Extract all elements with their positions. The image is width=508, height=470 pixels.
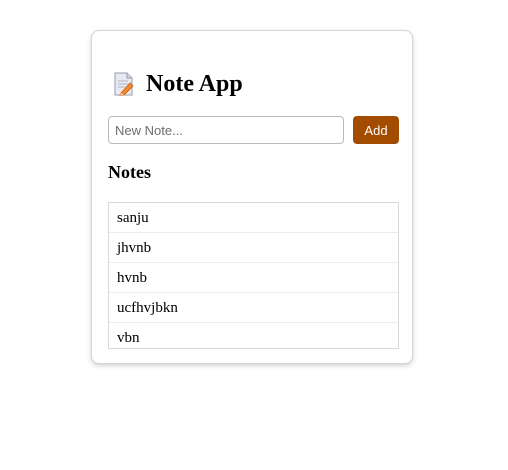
notes-list[interactable]: sanju jhvnb hvnb ucfhvjbkn vbn: [108, 202, 399, 349]
add-note-form: Add: [108, 116, 399, 144]
list-item[interactable]: hvnb: [109, 263, 398, 293]
list-item[interactable]: ucfhvjbkn: [109, 293, 398, 323]
list-item[interactable]: vbn: [109, 323, 398, 348]
add-button[interactable]: Add: [353, 116, 399, 144]
app-title: Note App: [146, 70, 243, 97]
new-note-input[interactable]: [108, 116, 344, 144]
list-item[interactable]: sanju: [109, 203, 398, 233]
notes-heading: Notes: [108, 162, 151, 182]
note-app-card: Note App Add Notes sanju jhvnb hvnb ucfh…: [91, 30, 413, 364]
list-item[interactable]: jhvnb: [109, 233, 398, 263]
memo-icon: [114, 72, 134, 97]
app-header: Note App: [114, 70, 243, 98]
